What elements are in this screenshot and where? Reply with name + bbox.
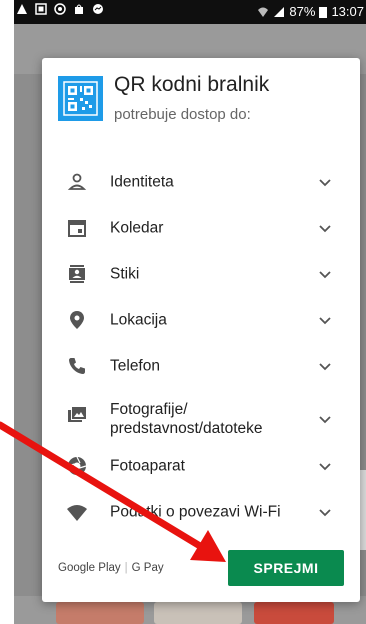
battery-icon: [319, 6, 328, 18]
gallery-icon: [35, 3, 47, 15]
person-icon: [67, 173, 87, 190]
chevron-down-icon[interactable]: [318, 459, 332, 473]
signal-icon: [274, 6, 285, 17]
permission-row-camera[interactable]: Fotoaparat: [42, 446, 360, 486]
camera-shutter-icon: [67, 456, 87, 476]
background-thumbnail: [154, 602, 242, 624]
status-bar: 87% 13:07: [14, 0, 366, 24]
chevron-down-icon[interactable]: [318, 267, 332, 281]
permission-row-storage[interactable]: Fotografije/ predstavnost/datoteke: [42, 392, 360, 446]
whatsapp-icon: [54, 3, 66, 15]
location-pin-icon: [70, 311, 84, 329]
warning-icon: [17, 4, 27, 14]
wifi-icon: [67, 505, 87, 521]
messenger-icon: [93, 4, 103, 14]
calendar-icon: [68, 220, 86, 237]
permission-label: Lokacija: [110, 311, 167, 329]
chevron-down-icon[interactable]: [318, 505, 332, 519]
permission-label: Stiki: [110, 265, 140, 283]
store-branding: Google Play | G Pay: [58, 562, 164, 574]
shopping-bag-icon: [75, 4, 83, 14]
phone-icon: [69, 358, 85, 374]
brand-divider: |: [124, 562, 128, 574]
background-thumbnail: [254, 602, 334, 624]
qr-app-icon: [58, 76, 103, 121]
permission-dialog: QR kodni bralnik potrebuje dostop do: Id…: [42, 58, 360, 602]
google-pay-logo: G Pay: [131, 562, 164, 574]
chevron-down-icon[interactable]: [318, 412, 332, 426]
access-subtitle: potrebuje dostop do:: [114, 106, 251, 123]
chevron-down-icon[interactable]: [318, 221, 332, 235]
notification-icons: [16, 3, 104, 15]
permission-row-identity[interactable]: Identiteta: [42, 162, 360, 202]
permission-label: Fotoaparat: [110, 457, 185, 475]
status-right: 87% 13:07: [257, 4, 364, 19]
permission-label: Koledar: [110, 219, 164, 237]
contacts-icon: [69, 265, 85, 283]
permission-row-wifi[interactable]: Podatki o povezavi Wi-Fi: [42, 492, 360, 532]
wifi-status-icon: [258, 7, 269, 17]
permission-label: Identiteta: [110, 173, 174, 191]
chevron-down-icon[interactable]: [318, 313, 332, 327]
permission-label: Telefon: [110, 357, 160, 375]
permission-label: Fotografije/ predstavnost/datoteke: [110, 401, 263, 437]
permission-row-location[interactable]: Lokacija: [42, 300, 360, 340]
chevron-down-icon[interactable]: [318, 175, 332, 189]
accept-button[interactable]: SPREJMI: [228, 550, 344, 586]
permission-row-contacts[interactable]: Stiki: [42, 254, 360, 294]
chevron-down-icon[interactable]: [318, 359, 332, 373]
app-name: QR kodni bralnik: [114, 73, 270, 96]
permission-label: Podatki o povezavi Wi-Fi: [110, 503, 281, 521]
permission-row-phone[interactable]: Telefon: [42, 346, 360, 386]
google-play-logo: Google Play: [58, 562, 121, 574]
clock: 13:07: [331, 4, 364, 19]
background-thumbnail: [56, 602, 144, 624]
battery-percent: 87%: [289, 4, 316, 19]
photo-icon: [68, 407, 86, 422]
permission-row-calendar[interactable]: Koledar: [42, 208, 360, 248]
